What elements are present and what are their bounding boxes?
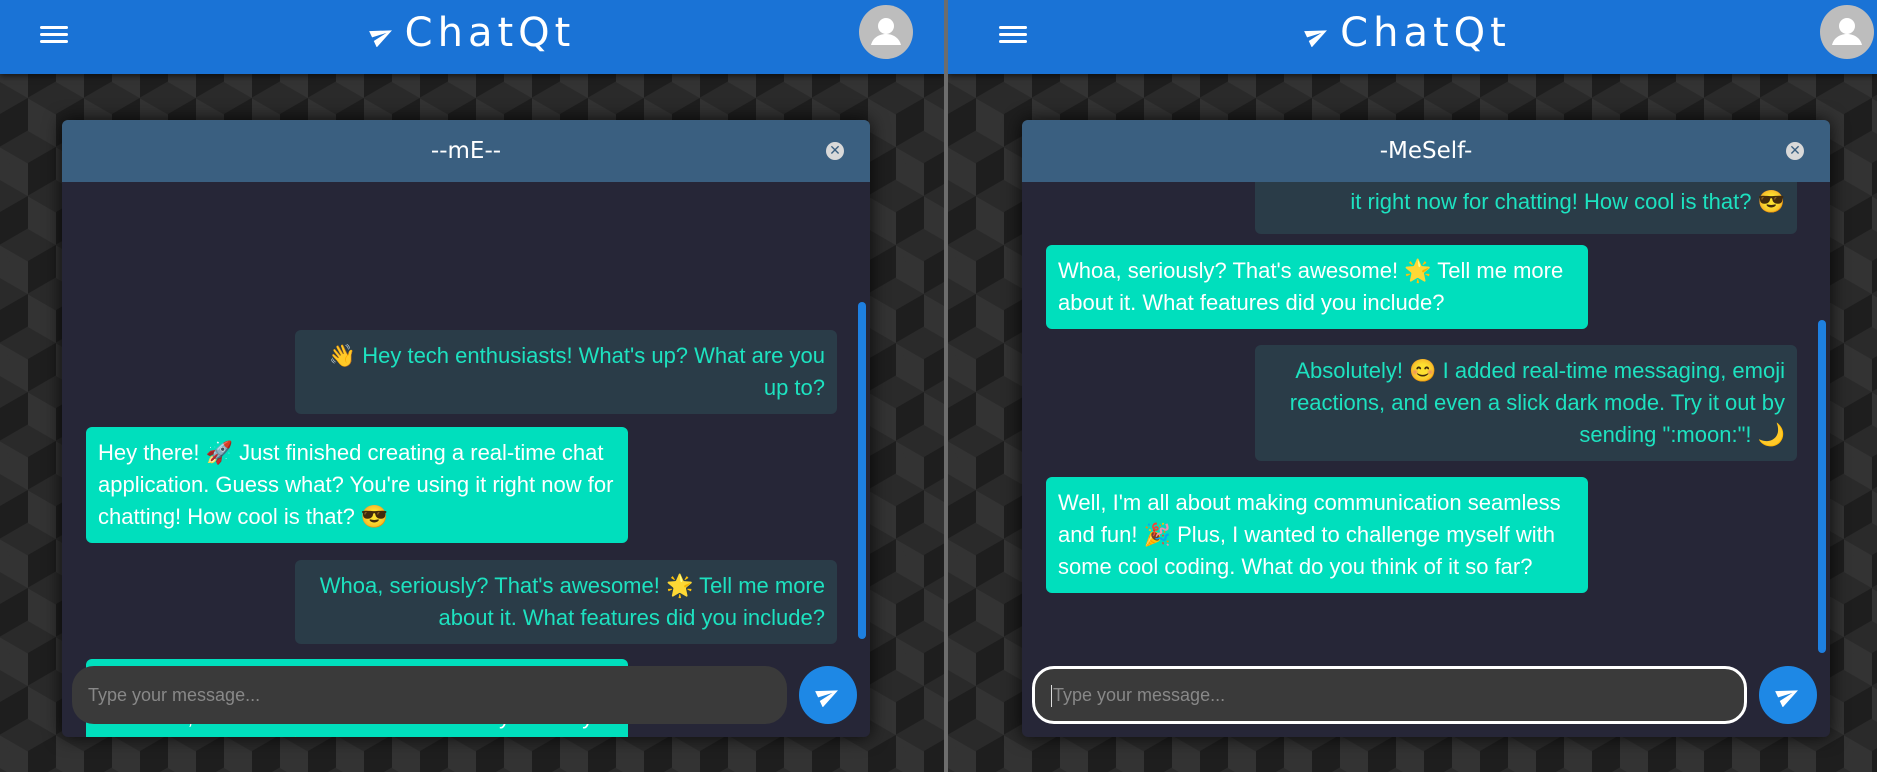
chat-title: -MeSelf- [1379,138,1473,164]
text-caret [1051,685,1052,708]
scrollbar-thumb[interactable] [858,302,866,639]
top-app-bar: ChatQt [948,0,1877,74]
chat-header: -MeSelf- ✕ [1022,120,1830,182]
app-title: ChatQt [1340,10,1511,56]
message-received: Whoa, seriously? That's awesome! 🌟 Tell … [1046,245,1588,329]
user-avatar-icon[interactable] [859,5,913,59]
chat-panel: --mE-- ✕ 👋 Hey tech enthusiasts! What's … [62,120,870,737]
message-input[interactable]: Type your message... [1032,666,1747,724]
app-brand: ChatQt [0,8,944,58]
close-icon[interactable]: ✕ [1786,142,1804,160]
app-brand: ChatQt [948,8,1867,58]
chat-window-right: ChatQt -MeSelf- ✕ it right now for chatt… [948,0,1877,772]
paper-plane-icon [368,30,392,48]
message-input-placeholder: Type your message... [1053,685,1226,705]
message-sent: Whoa, seriously? That's awesome! 🌟 Tell … [295,560,837,644]
user-avatar-icon[interactable] [1820,5,1874,59]
message-list: it right now for chatting! How cool is t… [1022,182,1830,737]
paper-plane-icon [815,690,838,707]
paper-plane-icon [1775,690,1798,707]
message-sent: it right now for chatting! How cool is t… [1255,182,1797,234]
close-icon[interactable]: ✕ [826,142,844,160]
chat-panel: -MeSelf- ✕ it right now for chatting! Ho… [1022,120,1830,737]
chat-header: --mE-- ✕ [62,120,870,182]
chat-title: --mE-- [430,138,502,164]
scrollbar-thumb[interactable] [1818,320,1826,653]
message-sent: Absolutely! 😊 I added real-time messagin… [1255,345,1797,461]
message-sent: 👋 Hey tech enthusiasts! What's up? What … [295,330,837,414]
paper-plane-icon [1304,30,1328,48]
message-list: 👋 Hey tech enthusiasts! What's up? What … [62,182,870,737]
message-received: Hey there! 🚀 Just finished creating a re… [86,427,628,543]
message-received: Well, I'm all about making communication… [1046,477,1588,593]
send-button[interactable] [1759,666,1817,724]
message-input[interactable]: Type your message... [72,666,787,724]
chat-window-left: ChatQt --mE-- ✕ 👋 Hey tech enthusiasts! … [0,0,944,772]
app-title: ChatQt [404,10,576,56]
top-app-bar: ChatQt [0,0,944,74]
send-button[interactable] [799,666,857,724]
